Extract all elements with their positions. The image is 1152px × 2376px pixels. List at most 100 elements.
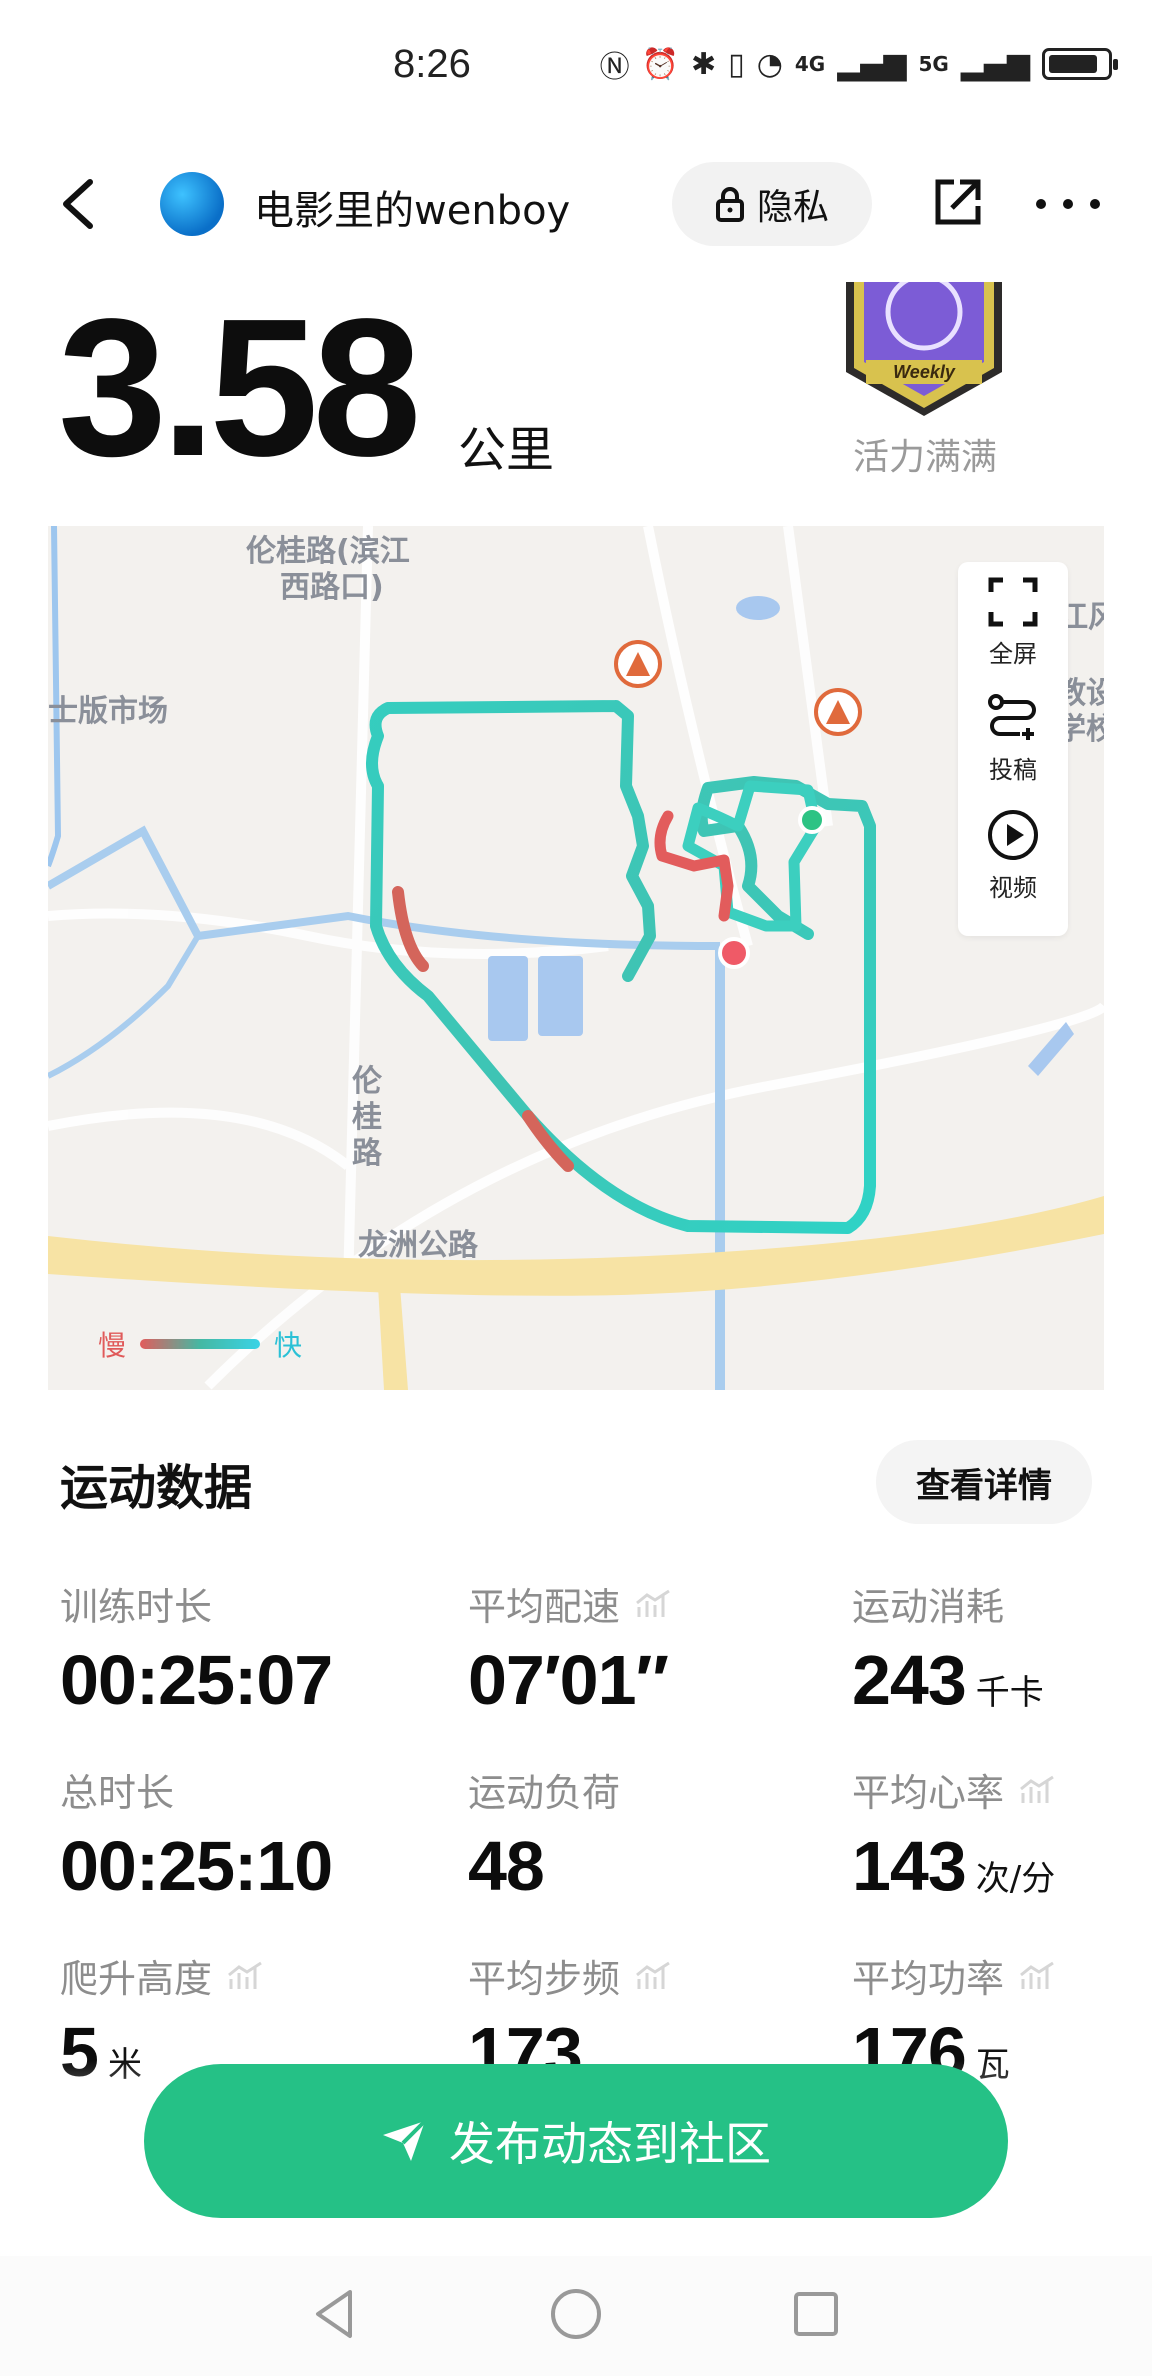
stat-item: 平均配速 07′01″ bbox=[468, 1576, 672, 1715]
circle-home-icon bbox=[551, 2289, 601, 2339]
status-time: 8:26 bbox=[393, 42, 471, 86]
video-button[interactable]: 视频 bbox=[958, 794, 1068, 904]
wifi-icon: ◔ bbox=[756, 46, 783, 82]
stat-value: 07′01″ bbox=[468, 1641, 669, 1719]
more-dot-icon bbox=[1036, 199, 1046, 209]
nav-home-button[interactable] bbox=[546, 2284, 606, 2344]
stat-label: 平均配速 bbox=[468, 1585, 621, 1629]
stat-label: 运动负荷 bbox=[468, 1771, 621, 1815]
map-label: 西路口) bbox=[280, 570, 384, 605]
stat-label-row: 平均步频 bbox=[468, 1948, 672, 2003]
user-name[interactable]: 电影里的wenboy bbox=[254, 178, 570, 236]
signal-4g-icon: 4G bbox=[794, 52, 826, 76]
stat-item: 平均心率 143 次/分 bbox=[852, 1762, 1056, 1901]
route-start-marker bbox=[798, 806, 826, 834]
share-button[interactable] bbox=[930, 174, 990, 234]
stat-value: 243 bbox=[852, 1641, 967, 1719]
map-tools: 全屏 投稿 视频 bbox=[958, 562, 1068, 936]
view-details-button[interactable]: 查看详情 bbox=[876, 1440, 1092, 1524]
triangle-back-icon bbox=[316, 2290, 352, 2338]
stat-value-row: 07′01″ bbox=[468, 1645, 672, 1715]
header: 电影里的wenboy 隐私 bbox=[0, 150, 1152, 260]
back-arrow-icon bbox=[63, 179, 93, 229]
alarm-icon: ⏰ bbox=[641, 46, 680, 82]
trend-chart-icon[interactable] bbox=[1018, 1961, 1056, 1991]
bluetooth-icon: ✱ bbox=[691, 46, 717, 82]
status-bar: 8:26 Ⓝ ⏰ ✱ ▯ ◔ 4G ▂▄▆ 5G ▂▄▆ bbox=[0, 0, 1152, 135]
stat-label: 平均功率 bbox=[852, 1957, 1005, 2001]
stat-value-row: 00:25:07 bbox=[60, 1645, 333, 1715]
back-button[interactable] bbox=[48, 174, 108, 234]
construction-marker-icon bbox=[814, 688, 862, 736]
stat-item: 总时长 00:25:10 bbox=[60, 1762, 333, 1905]
map-label: 士版市场 bbox=[48, 694, 168, 729]
publish-label: 发布动态到社区 bbox=[449, 2117, 771, 2171]
send-icon bbox=[383, 2119, 427, 2161]
legend-fast-label: 快 bbox=[274, 1329, 303, 1362]
route-share-icon bbox=[988, 694, 1036, 740]
weekly-badge[interactable]: Weekly bbox=[836, 282, 1012, 422]
trend-chart-icon[interactable] bbox=[634, 1589, 672, 1619]
stat-label-row: 爬升高度 bbox=[60, 1948, 264, 2003]
signal-5g-icon: 5G bbox=[918, 52, 949, 76]
fullscreen-label: 全屏 bbox=[989, 640, 1037, 668]
nav-back-button[interactable] bbox=[306, 2284, 366, 2344]
legend-gradient-bar bbox=[140, 1339, 261, 1349]
distance-unit: 公里 bbox=[458, 422, 555, 478]
map-background bbox=[48, 526, 1104, 1390]
stat-label-row: 训练时长 bbox=[60, 1576, 332, 1631]
badge-medal-icon: Weekly bbox=[846, 282, 1002, 416]
badge-label: 活力满满 bbox=[852, 437, 997, 478]
privacy-label: 隐私 bbox=[756, 187, 829, 228]
stat-value: 00:25:10 bbox=[60, 1827, 333, 1905]
stat-value-row: 00:25:10 bbox=[60, 1827, 333, 1905]
vibrate-icon: ▯ bbox=[728, 46, 745, 82]
stat-label-row: 运动负荷 bbox=[468, 1762, 620, 1817]
avatar[interactable] bbox=[160, 172, 224, 236]
route-end-marker bbox=[718, 937, 750, 969]
more-button[interactable] bbox=[1036, 174, 1100, 234]
signal-bars-icon: ▂▄▆ bbox=[960, 46, 1030, 82]
construction-marker-icon bbox=[614, 640, 662, 688]
privacy-button[interactable]: 隐私 bbox=[672, 162, 872, 246]
legend-slow-label: 慢 bbox=[98, 1329, 127, 1362]
nav-recents-button[interactable] bbox=[786, 2284, 846, 2344]
stat-value: 143 bbox=[852, 1827, 967, 1905]
map-label: 龙洲公路 bbox=[358, 1228, 478, 1263]
stat-label: 训练时长 bbox=[60, 1585, 213, 1629]
stat-label: 平均步频 bbox=[468, 1957, 621, 2001]
trend-chart-icon[interactable] bbox=[1018, 1775, 1056, 1805]
stat-unit: 千卡 bbox=[975, 1673, 1044, 1713]
stat-item: 运动消耗 243 千卡 bbox=[852, 1576, 1044, 1715]
cast-label: 投稿 bbox=[989, 756, 1037, 784]
trend-chart-icon[interactable] bbox=[226, 1961, 264, 1991]
signal-bars-icon: ▂▄▆ bbox=[837, 46, 907, 82]
lock-icon bbox=[715, 187, 744, 222]
system-nav-bar bbox=[0, 2256, 1152, 2376]
publish-button[interactable]: 发布动态到社区 bbox=[144, 2064, 1008, 2218]
video-label: 视频 bbox=[989, 874, 1037, 902]
square-recents-icon bbox=[794, 2292, 838, 2336]
stat-label: 平均心率 bbox=[852, 1771, 1005, 1815]
nfc-icon: Ⓝ bbox=[599, 50, 630, 85]
share-icon bbox=[935, 179, 981, 225]
stat-label: 运动消耗 bbox=[852, 1585, 1005, 1629]
stat-unit: 次/分 bbox=[975, 1859, 1056, 1899]
fullscreen-button[interactable]: 全屏 bbox=[958, 562, 1068, 672]
play-icon bbox=[988, 810, 1038, 860]
stat-label-row: 总时长 bbox=[60, 1762, 332, 1817]
stat-value-row: 143 次/分 bbox=[852, 1831, 1056, 1901]
stat-value-row: 48 bbox=[468, 1831, 620, 1901]
stat-label-row: 平均心率 bbox=[852, 1762, 1056, 1817]
stat-label: 总时长 bbox=[60, 1771, 175, 1815]
more-dot-icon bbox=[1063, 199, 1073, 209]
stat-label-row: 运动消耗 bbox=[852, 1576, 1044, 1631]
stat-item: 训练时长 00:25:07 bbox=[60, 1576, 333, 1715]
route-map[interactable]: 伦桂路(滨江 西路口) 士版市场 伦 桂 路 龙洲公路 江风 郑教设 术学校 全… bbox=[48, 526, 1104, 1390]
stat-label-row: 平均功率 bbox=[852, 1948, 1056, 2003]
trend-chart-icon[interactable] bbox=[634, 1961, 672, 1991]
cast-button[interactable]: 投稿 bbox=[958, 678, 1068, 788]
speed-legend: 慢 快 bbox=[98, 1324, 302, 1364]
stat-value-row: 243 千卡 bbox=[852, 1645, 1044, 1715]
stat-label: 爬升高度 bbox=[60, 1957, 213, 2001]
